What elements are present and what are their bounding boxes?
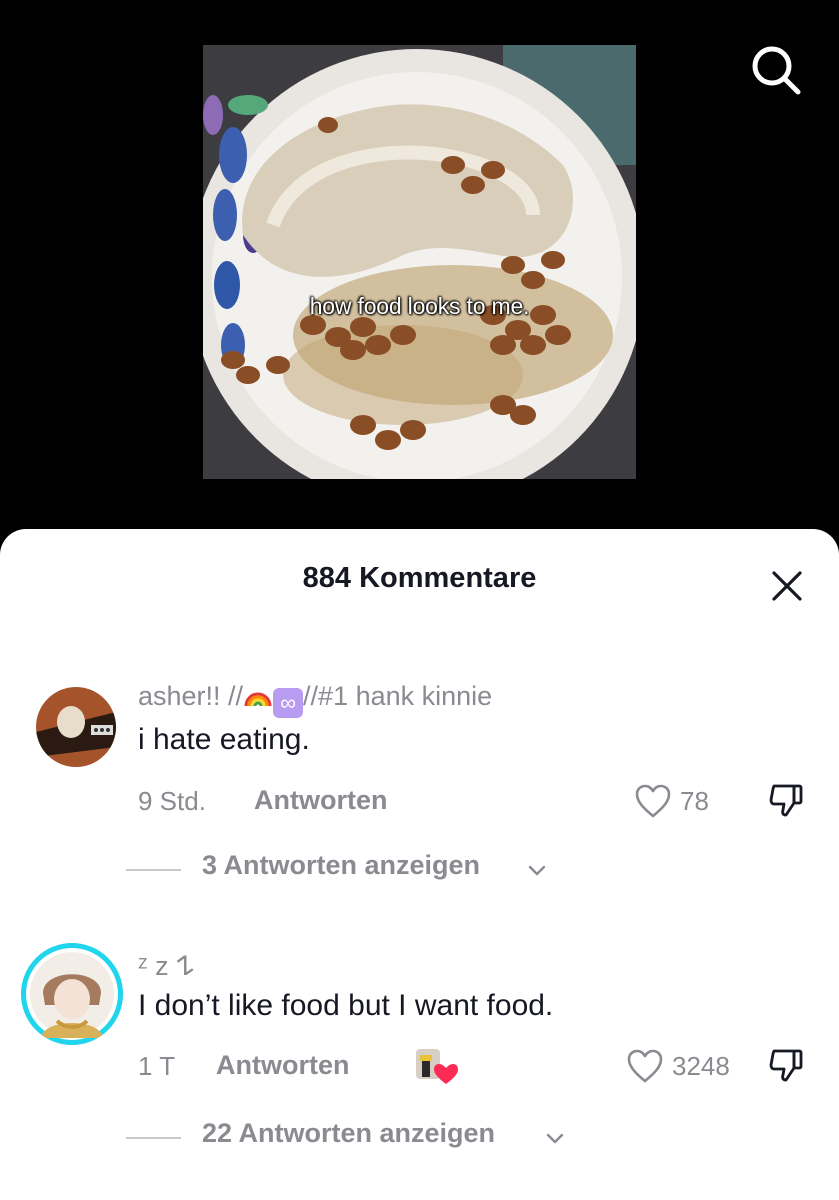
- creator-avatar-heart-icon: [416, 1049, 458, 1084]
- avatar-image: [36, 687, 116, 767]
- view-replies-button[interactable]: 3 Antworten anzeigen: [126, 850, 566, 890]
- comment-time: 9 Std.: [138, 786, 206, 816]
- reply-button[interactable]: Antworten: [216, 1050, 349, 1081]
- view-replies-button[interactable]: 22 Antworten anzeigen: [126, 1118, 576, 1158]
- like-button[interactable]: [626, 1048, 664, 1084]
- chevron-down-icon: [528, 865, 546, 876]
- username-part: //#1 hank kinnie: [303, 681, 493, 711]
- view-replies-label: 22 Antworten anzeigen: [202, 1118, 496, 1148]
- username-part: asher!! //: [138, 681, 244, 711]
- chevron-down-icon: [546, 1133, 564, 1144]
- video-player[interactable]: how food looks to me.: [0, 0, 839, 560]
- dislike-icon: [769, 784, 803, 817]
- avatar[interactable]: [21, 943, 123, 1045]
- dislike-button[interactable]: [768, 781, 806, 819]
- like-count: 78: [680, 786, 709, 816]
- infinity-emoji: ∞: [273, 688, 304, 718]
- avatar[interactable]: [36, 687, 116, 767]
- creator-liked-badge: [414, 1047, 460, 1087]
- heart-icon: [627, 1049, 663, 1083]
- video-thumbnail[interactable]: how food looks to me.: [203, 45, 636, 479]
- search-button[interactable]: [748, 42, 804, 98]
- food-on-plate-image: [203, 45, 636, 479]
- like-count: 3248: [672, 1051, 730, 1081]
- comment-username[interactable]: asher!! // ∞//#1 hank kinnie: [138, 680, 492, 718]
- comments-count-title: 884 Kommentare: [302, 562, 537, 594]
- heart-icon: [635, 784, 671, 818]
- dislike-icon: [769, 1049, 803, 1082]
- view-replies-label: 3 Antworten anzeigen: [202, 850, 481, 880]
- dislike-button[interactable]: [768, 1046, 806, 1084]
- avatar-image: [21, 943, 123, 1045]
- like-button[interactable]: [634, 783, 672, 819]
- divider-line: [126, 869, 181, 871]
- close-button[interactable]: [768, 567, 806, 605]
- comment-text: i hate eating.: [138, 723, 310, 756]
- divider-line: [126, 1137, 181, 1139]
- comment-time: 1 T: [138, 1051, 176, 1081]
- reply-button[interactable]: Antworten: [254, 785, 387, 816]
- close-icon: [772, 571, 802, 601]
- comment-text: I don’t like food but I want food.: [138, 989, 554, 1022]
- rainbow-emoji: [243, 680, 273, 710]
- search-icon: [752, 46, 801, 95]
- comment-username[interactable]: ᶻ z 𐰁: [138, 946, 194, 983]
- comments-sheet: 884 Kommentare asher!! // ∞//#1 hank kinn…: [0, 529, 839, 1200]
- video-caption: how food looks to me.: [309, 293, 530, 319]
